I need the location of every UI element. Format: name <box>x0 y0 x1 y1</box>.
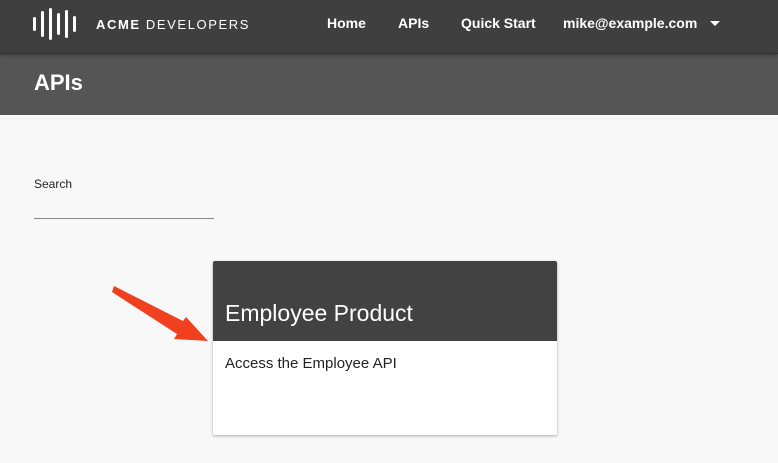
product-title: Employee Product <box>225 300 413 326</box>
product-description: Access the Employee API <box>225 355 397 372</box>
nav-apis-link[interactable]: APIs <box>398 0 429 46</box>
brand-name: ACME DEVELOPERS <box>96 17 250 32</box>
page-title: APIs <box>34 70 83 95</box>
page-title-band: APIs <box>0 54 778 115</box>
nav-home-link[interactable]: Home <box>327 0 366 46</box>
chevron-down-icon <box>710 21 721 26</box>
top-nav-bar: ACME DEVELOPERS Home APIs Quick Start mi… <box>0 0 778 54</box>
user-menu-button[interactable]: mike@example.com <box>563 0 721 46</box>
nav-quick-start-link[interactable]: Quick Start <box>461 0 536 46</box>
brand-name-bold: ACME <box>96 16 141 32</box>
sound-bars-logo-icon <box>33 8 76 40</box>
brand-name-rest: DEVELOPERS <box>140 16 251 32</box>
annotation-arrow-icon <box>112 286 208 341</box>
product-card[interactable]: Employee Product Access the Employee API <box>213 261 557 435</box>
home-logo-link[interactable]: ACME DEVELOPERS <box>33 8 250 40</box>
user-email: mike@example.com <box>563 15 698 31</box>
search-label: Search <box>34 177 73 191</box>
search-input[interactable] <box>34 196 214 219</box>
product-card-header: Employee Product <box>213 261 557 341</box>
